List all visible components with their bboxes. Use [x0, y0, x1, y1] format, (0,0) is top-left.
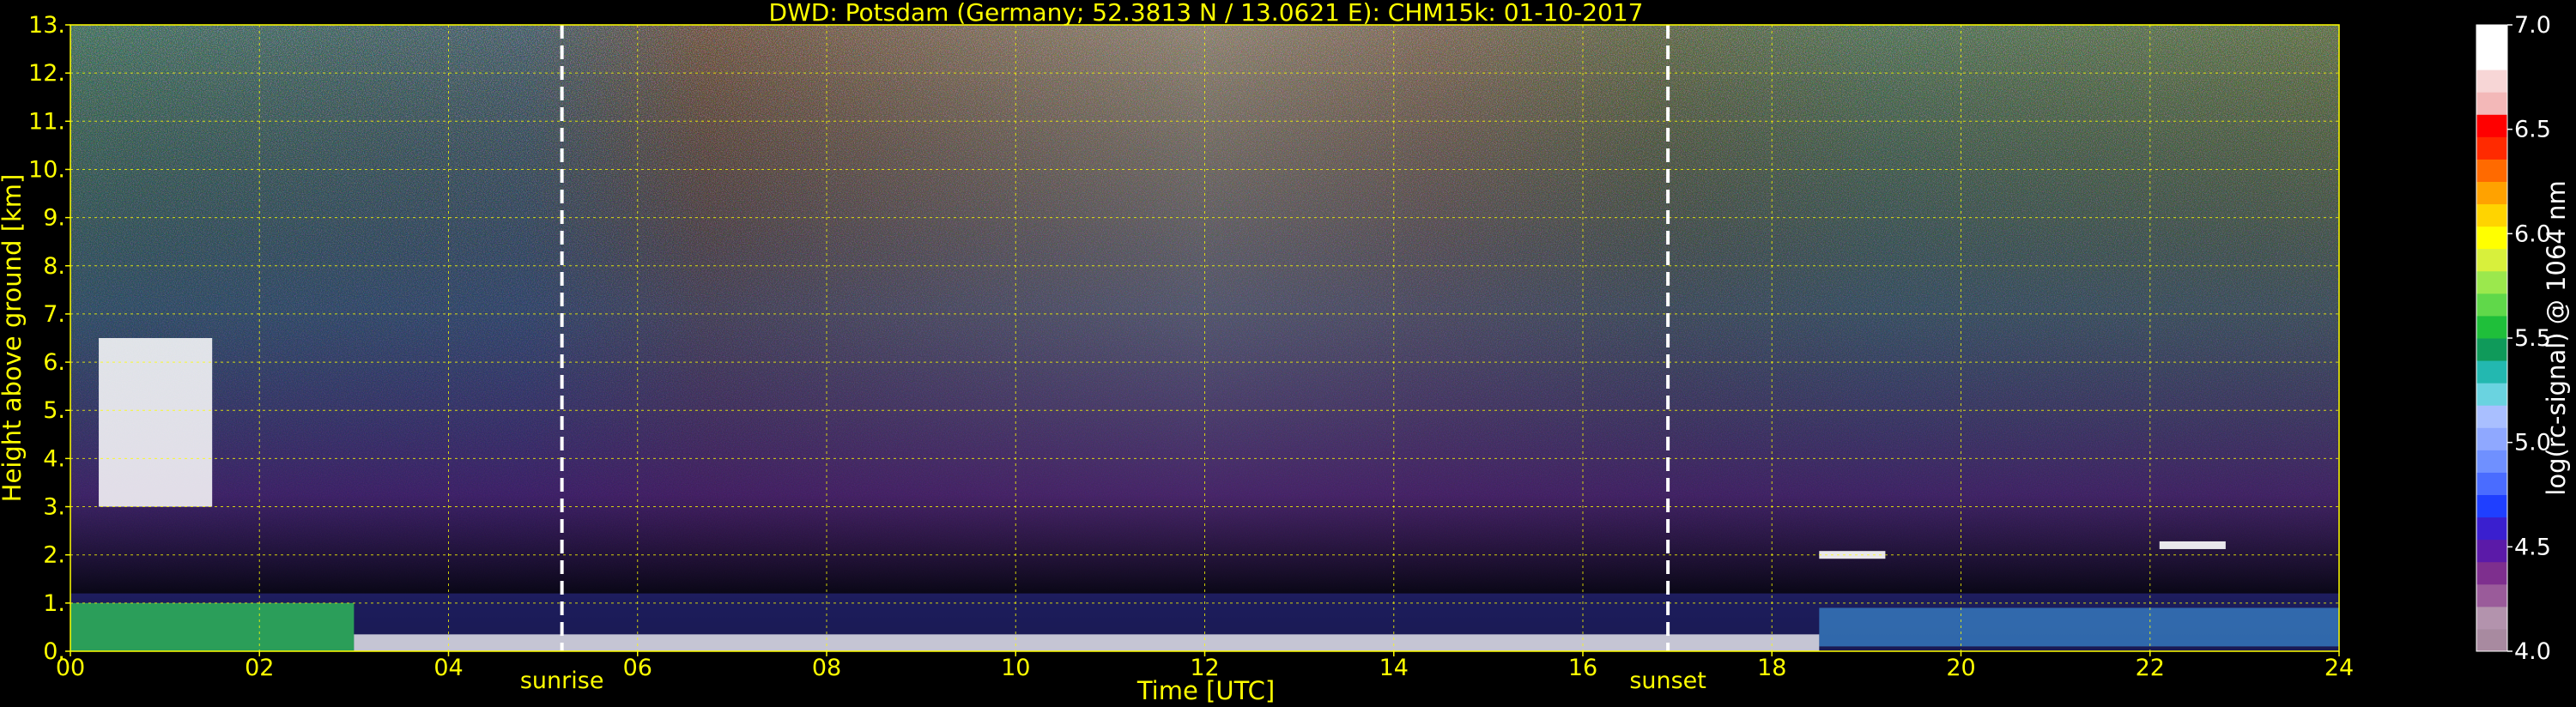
- colorbar-segment: [2476, 181, 2507, 205]
- colorbar-segment: [2476, 338, 2507, 361]
- y-tick-label: 10.: [28, 156, 65, 183]
- feature-aerosol-ribbon: [70, 602, 355, 651]
- colorbar-segment: [2476, 383, 2507, 406]
- plot-area: sunrise sunset: [70, 24, 2340, 694]
- x-axis-label: Time [UTC]: [1136, 676, 1275, 705]
- colorbar-segment: [2476, 405, 2507, 428]
- colorbar-label: log(rc-signal) @ 1064 nm: [2542, 180, 2571, 495]
- feature-cloud: [2159, 541, 2226, 549]
- chart-title: DWD: Potsdam (Germany; 52.3813 N / 13.06…: [769, 0, 1644, 27]
- colorbar-segment: [2476, 114, 2507, 137]
- colorbar-segment: [2476, 517, 2507, 541]
- colorbar-segment: [2476, 270, 2507, 294]
- colorbar-tick-label: 7.0: [2514, 12, 2551, 39]
- y-tick-label: 2.: [43, 542, 65, 569]
- event-label-sunset: sunset: [1629, 668, 1706, 694]
- y-tick-label: 1.: [43, 590, 65, 617]
- colorbar-tick-label: 4.5: [2514, 534, 2551, 560]
- feature-aerosol-ribbon: [1819, 607, 2339, 647]
- feature-surface-layer: [354, 634, 1820, 651]
- colorbar-segment: [2476, 494, 2507, 518]
- colorbar-segment: [2476, 226, 2507, 250]
- colorbar: 4.04.55.05.56.06.57.0 log(rc-signal) @ 1…: [2476, 12, 2571, 665]
- x-tick-label: 06: [623, 655, 652, 681]
- colorbar-segment: [2476, 472, 2507, 495]
- x-tick-label: 00: [56, 655, 85, 681]
- colorbar-segment: [2476, 360, 2507, 384]
- colorbar-segment: [2476, 539, 2507, 563]
- colorbar-segment: [2476, 315, 2507, 339]
- colorbar-segment: [2476, 628, 2507, 652]
- colorbar-segment: [2476, 69, 2507, 93]
- y-tick-label: 13.: [28, 12, 65, 39]
- colorbar-segment: [2476, 159, 2507, 182]
- y-axis-label: Height above ground [km]: [0, 174, 27, 503]
- x-tick-label: 04: [433, 655, 463, 681]
- colorbar-segment: [2476, 25, 2507, 48]
- y-tick-label: 11.: [28, 108, 65, 135]
- y-tick-label: 3.: [43, 494, 65, 521]
- x-tick-label: 14: [1379, 655, 1409, 681]
- x-tick-label: 02: [245, 655, 274, 681]
- colorbar-segment: [2476, 92, 2507, 115]
- y-tick-label: 4.: [43, 445, 65, 472]
- x-tick-label: 10: [1001, 655, 1030, 681]
- event-label-sunrise: sunrise: [520, 668, 604, 694]
- x-tick-label: 16: [1568, 655, 1597, 681]
- colorbar-segment: [2476, 583, 2507, 607]
- y-tick-label: 12.: [28, 60, 65, 87]
- colorbar-segment: [2476, 47, 2507, 70]
- colorbar-tick-label: 4.0: [2514, 638, 2551, 665]
- feature-cloud: [99, 338, 213, 507]
- colorbar-segment: [2476, 248, 2507, 272]
- y-tick-label: 5.: [43, 397, 65, 424]
- y-tick-label: 9.: [43, 205, 65, 232]
- colorbar-segment: [2476, 203, 2507, 227]
- x-tick-label: 22: [2136, 655, 2165, 681]
- x-tick-label: 18: [1757, 655, 1786, 681]
- colorbar-segment: [2476, 561, 2507, 585]
- y-axis: 0.1.2.3.4.5.6.7.8.9.10.11.12.13.: [28, 12, 70, 665]
- colorbar-tick-label: 6.5: [2514, 117, 2551, 143]
- colorbar-segment: [2476, 293, 2507, 317]
- colorbar-segment: [2476, 136, 2507, 160]
- x-tick-label: 20: [1946, 655, 1975, 681]
- colorbar-scale: [2476, 24, 2508, 652]
- y-tick-label: 8.: [43, 253, 65, 280]
- x-tick-label: 08: [812, 655, 841, 681]
- colorbar-segment: [2476, 450, 2507, 473]
- colorbar-segment: [2476, 606, 2507, 630]
- ceilometer-chart: sunrise sunset 0.1.2.3.4.5.6.7.8.9.10.11.…: [0, 0, 2571, 705]
- colorbar-segment: [2476, 427, 2507, 450]
- y-tick-label: 6.: [43, 349, 65, 376]
- x-tick-label: 24: [2324, 655, 2354, 681]
- y-tick-label: 7.: [43, 301, 65, 328]
